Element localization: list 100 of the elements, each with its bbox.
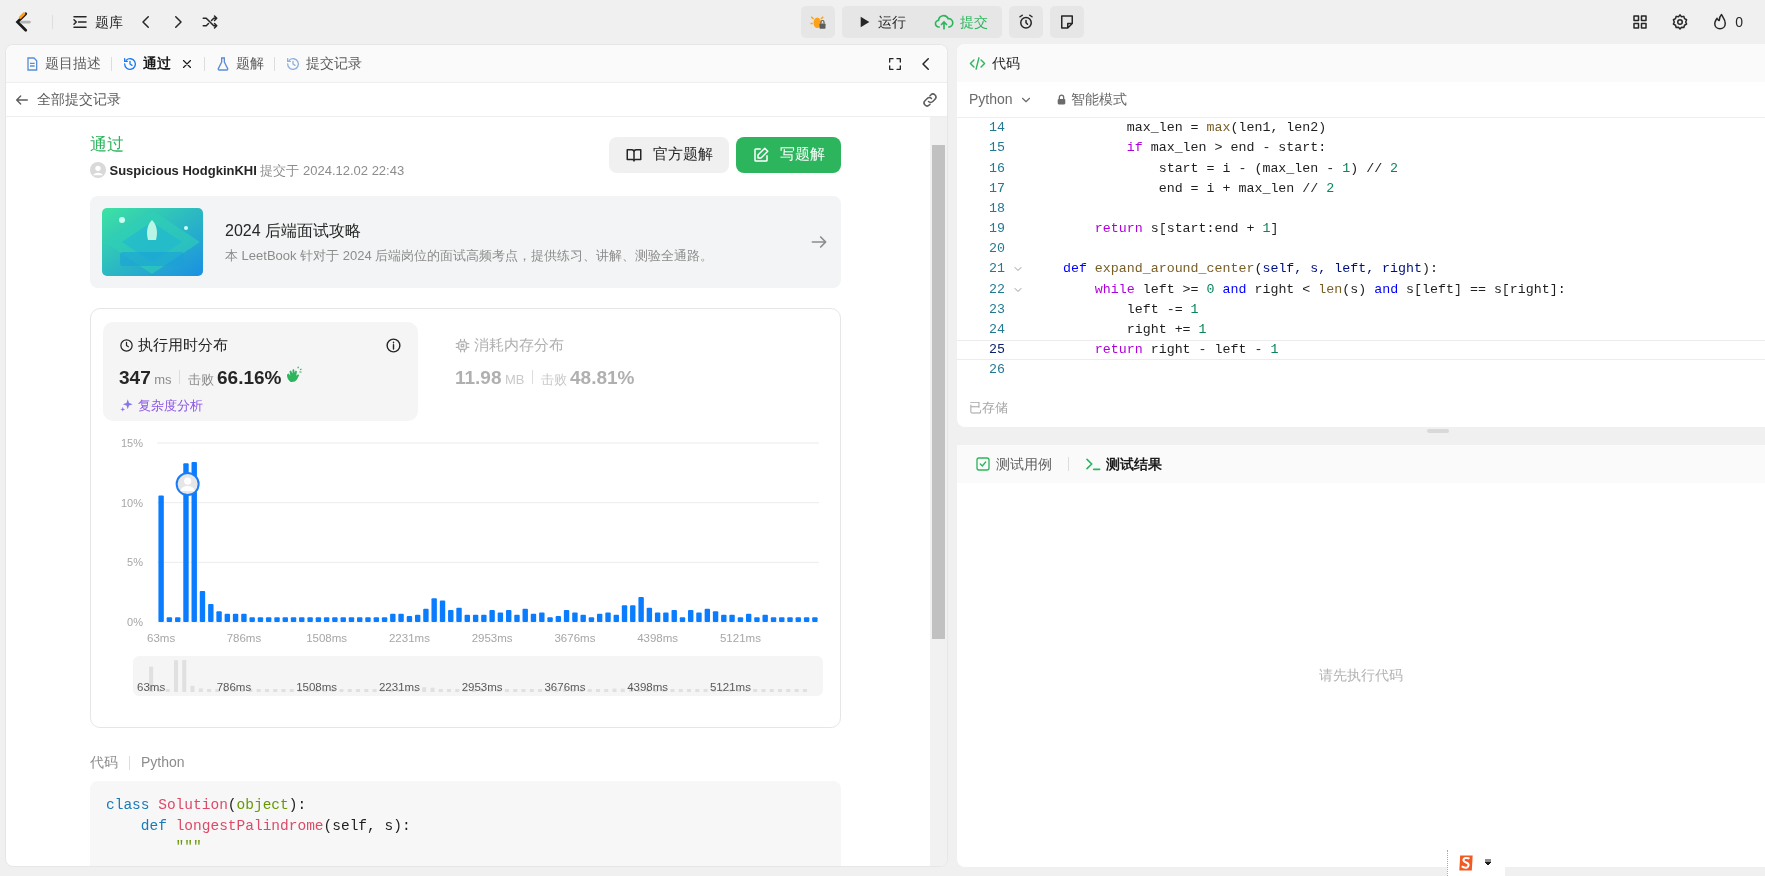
alarm-clock-icon <box>1017 13 1035 31</box>
axis-label: 63ms <box>137 681 166 693</box>
official-solution-button[interactable]: 官方题解 <box>609 136 729 173</box>
chart-bar <box>232 613 239 622</box>
info-icon[interactable] <box>385 336 402 354</box>
chart-bar <box>555 616 561 622</box>
shuffle-icon[interactable] <box>201 13 219 31</box>
stats-tab[interactable]: 执行用时分布 347 ms 击败 66.16% 复杂度分析 <box>103 322 418 421</box>
chart-bar <box>696 612 702 622</box>
beats-percentage: 48.81% <box>570 365 635 390</box>
language-select[interactable]: Python <box>969 89 1033 110</box>
chart-bar <box>332 617 338 622</box>
chart-bar <box>779 617 785 622</box>
timer-button[interactable] <box>1009 6 1043 38</box>
line-number: 17 <box>988 179 1005 198</box>
stats-unit: ms <box>154 370 172 389</box>
axis-label: 1508ms <box>296 681 338 693</box>
chart-bar <box>249 617 255 622</box>
chart-bar <box>795 617 801 622</box>
code-line: right += 1 <box>1125 321 1207 339</box>
chart-bar <box>729 614 735 622</box>
axis-label: 4398ms <box>637 632 679 644</box>
history-icon <box>122 55 138 72</box>
chart-bar <box>489 610 495 622</box>
panel-tab[interactable]: 测试用例 <box>969 453 1058 475</box>
panel-tab[interactable]: 题解 <box>209 53 270 74</box>
settings-icon[interactable] <box>1671 13 1690 31</box>
chart-bar <box>472 614 479 622</box>
range-navigator[interactable]: 63ms 786ms 1508ms 2231ms 2953ms 3676ms 4398ms 5121ms <box>133 656 823 696</box>
user-marker-icon <box>175 472 200 497</box>
chart-bar <box>348 617 355 622</box>
code-line: return s[start:end + 1] <box>1093 220 1279 239</box>
complexity-analysis-link[interactable]: 复杂度分析 <box>119 395 203 415</box>
user-name[interactable]: Suspicious HodgkinKHI <box>109 160 257 180</box>
layout-grid-icon[interactable] <box>1631 13 1650 31</box>
stats-value: 347 <box>119 365 151 390</box>
panel-title: 代码 <box>992 53 1020 73</box>
axis-label: 786ms <box>226 632 262 644</box>
panel-tab[interactable]: 通过 <box>116 53 200 74</box>
line-number: 22 <box>988 280 1005 299</box>
debug-button[interactable] <box>801 6 835 38</box>
code-line: return right - left - 1 <box>1093 341 1279 360</box>
chart-bar <box>737 617 744 622</box>
code-line: """ <box>174 838 203 857</box>
promo-card[interactable]: 2024 后端面试攻略 本 LeetBook 针对于 2024 后端岗位的面试高频考点，提供练习、讲解、测验全通路。 <box>90 196 841 288</box>
code-icon <box>969 54 986 72</box>
axis-label: 3676ms <box>554 632 596 644</box>
chart-bar <box>423 608 429 622</box>
chart-bar <box>464 614 470 622</box>
chart-bar <box>274 617 280 622</box>
chart-bar <box>166 617 173 622</box>
link-icon[interactable] <box>921 90 939 109</box>
chart-bar <box>415 614 421 622</box>
axis-label: 2953ms <box>461 681 503 693</box>
chart-bar <box>721 614 727 622</box>
panel-tab[interactable]: 提交记录 <box>279 53 368 74</box>
chart-bar <box>282 617 288 622</box>
edit-icon <box>752 145 770 164</box>
sparkle-icon <box>119 397 134 413</box>
code-line: def expand_around_center(self, s, left, right): <box>1061 260 1438 279</box>
chart-bar <box>448 610 454 622</box>
chart-bar <box>746 613 752 622</box>
axis-label: 1508ms <box>306 632 348 644</box>
scrollbar[interactable] <box>930 117 947 866</box>
line-number: 14 <box>988 119 1005 138</box>
avatar-icon <box>90 162 106 179</box>
axis-label: 4398ms <box>627 681 669 693</box>
chart-bar <box>522 608 528 622</box>
chart-bar <box>406 616 413 622</box>
back-link[interactable]: 全部提交记录 <box>14 89 121 110</box>
chart-bar <box>208 604 214 622</box>
beats-percentage: 66.16% <box>217 365 282 390</box>
line-number: 23 <box>988 300 1005 319</box>
streak-button[interactable]: 0 <box>1711 11 1743 33</box>
chart-bar <box>679 617 686 622</box>
chart-bar <box>638 596 644 622</box>
beats-label: 击败 <box>187 370 214 389</box>
code-line: def longestPalindrome(self, s): <box>139 817 412 836</box>
panel-tab[interactable]: 题目描述 <box>18 53 107 74</box>
problem-list-button[interactable]: 题库 <box>71 11 123 33</box>
input-method-icon[interactable] <box>1456 853 1476 873</box>
checkbox-icon <box>975 456 991 472</box>
panel-tab[interactable]: 测试结果 <box>1079 453 1168 475</box>
chart-bar <box>688 610 694 622</box>
submit-time: 提交于 2024.12.02 22:43 <box>260 161 405 180</box>
code-line: while left >= 0 and right < len(s) and s[left] == s[right]: <box>1093 280 1566 299</box>
notes-button[interactable] <box>1050 6 1084 38</box>
axis-label: 0% <box>127 616 143 628</box>
chart-bar <box>787 617 793 622</box>
axis-label: 2953ms <box>471 632 513 644</box>
axis-label: 5121ms <box>719 632 761 644</box>
chart-bar <box>481 614 487 622</box>
terminal-icon <box>1085 456 1101 472</box>
smart-mode-toggle[interactable]: 智能模式 <box>1054 89 1128 110</box>
fullscreen-icon[interactable] <box>887 55 903 72</box>
cloud-upload-icon <box>934 12 954 32</box>
axis-label: 2231ms <box>388 632 430 644</box>
chart-bar <box>299 617 305 622</box>
chart-bar <box>754 617 760 622</box>
axis-label: 10% <box>120 496 143 509</box>
